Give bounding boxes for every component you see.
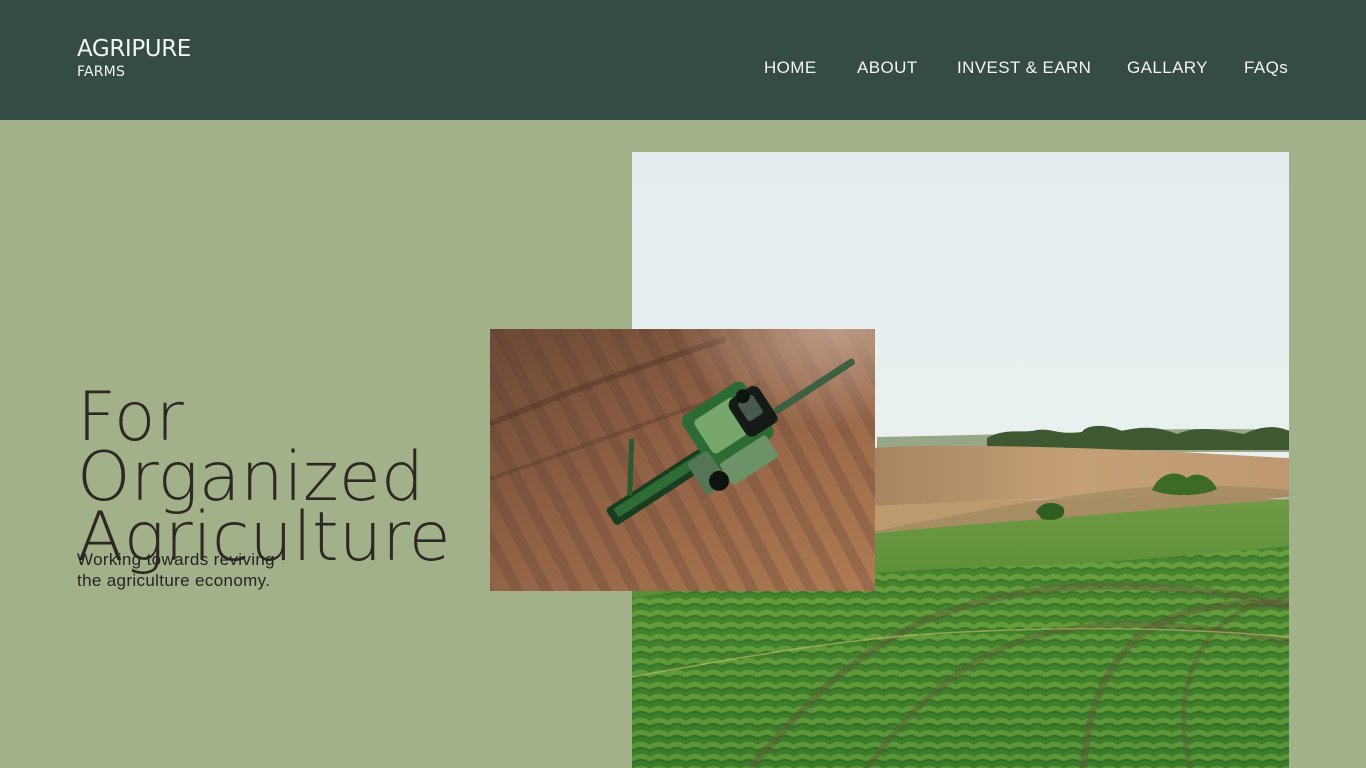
hero-title: For Organized Agriculture [77, 383, 497, 571]
nav-item-faqs[interactable]: FAQs [1244, 58, 1288, 82]
hero-subtitle: Working towards reviving the agriculture… [77, 549, 337, 591]
brand-name: AGRIPURE [77, 36, 191, 62]
hero-subtitle-line-1: Working towards reviving [77, 550, 275, 569]
nav-item-invest-earn[interactable]: INVEST & EARN [957, 58, 1091, 82]
site-header: AGRIPURE FARMS HOME ABOUT INVEST & EARN … [0, 0, 1366, 120]
hero-subtitle-line-2: the agriculture economy. [77, 571, 271, 590]
brand-logo[interactable]: AGRIPURE FARMS [77, 36, 191, 80]
nav-item-gallery[interactable]: GALLARY [1127, 58, 1208, 82]
nav-item-about[interactable]: ABOUT [857, 58, 918, 82]
aerial-combine-harvester-photo [490, 329, 875, 591]
brand-subname: FARMS [77, 64, 126, 80]
nav-item-home[interactable]: HOME [764, 58, 817, 82]
